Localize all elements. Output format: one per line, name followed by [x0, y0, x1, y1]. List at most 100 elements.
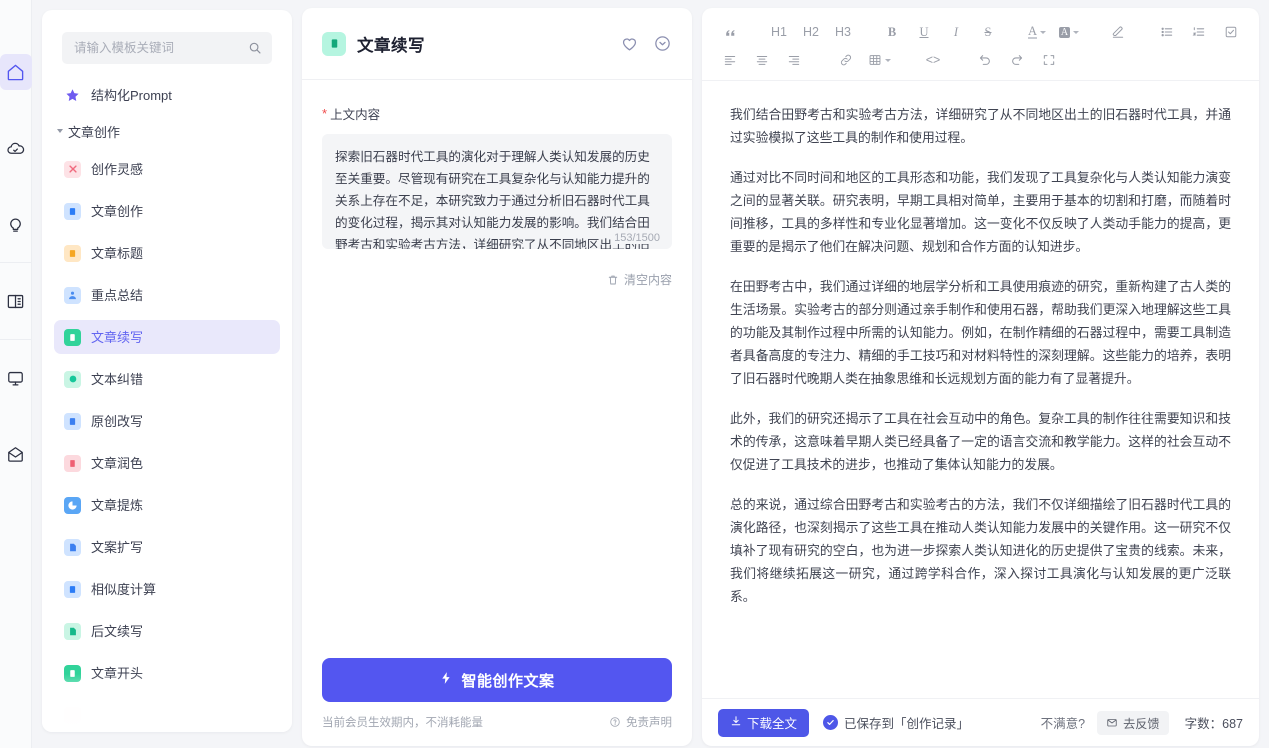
document-continue-icon: [322, 31, 346, 56]
field-label-text: 上文内容: [330, 108, 381, 122]
bold-button[interactable]: B: [878, 19, 906, 45]
sidebar-item-2[interactable]: 文章创作: [54, 194, 280, 228]
heading-3-button-label: H3: [835, 25, 851, 39]
checklist-icon[interactable]: [1217, 19, 1245, 45]
heading-1-button[interactable]: H1: [765, 19, 793, 45]
redo-icon[interactable]: [1003, 47, 1031, 73]
trash-icon: [608, 275, 618, 284]
rail-item-monitor[interactable]: [0, 360, 32, 396]
document-paragraph: 通过对比不同时间和地区的工具形态和功能，我们发现了工具复杂化与人类认知能力演变之…: [730, 170, 1231, 254]
italic-button[interactable]: I: [942, 19, 970, 45]
strikethrough-button-label: S: [984, 24, 992, 39]
download-button[interactable]: 下载全文: [718, 708, 810, 737]
table-icon[interactable]: [864, 47, 895, 73]
sidebar-item-label: 后文续写: [91, 623, 144, 639]
collapse-chevron-circle-icon[interactable]: [653, 34, 672, 53]
field-label-upper-content: * 上文内容: [322, 104, 672, 123]
rail-item-cloud[interactable]: [0, 130, 32, 166]
sidebar-item-14[interactable]: [54, 698, 280, 732]
search-section: [42, 10, 292, 64]
chevron-down-icon: [57, 129, 63, 133]
sidebar-item-label: 文案扩写: [91, 539, 144, 555]
ordered-list-icon[interactable]: [1185, 19, 1213, 45]
sidebar-item-5[interactable]: 文章续写: [54, 320, 280, 354]
align-left-icon[interactable]: [716, 47, 744, 73]
rail-divider-1: [0, 262, 32, 263]
template-icon: [64, 664, 81, 682]
sidebar-item-8[interactable]: 文章润色: [54, 446, 280, 480]
clear-content-button[interactable]: 清空内容: [607, 271, 672, 288]
download-button-label: 下载全文: [747, 717, 798, 731]
text-color-button[interactable]: A: [1023, 19, 1051, 45]
fullscreen-icon[interactable]: [1035, 47, 1063, 73]
favorite-heart-icon[interactable]: [620, 34, 639, 53]
document-paragraph: 我们结合田野考古和实验考古方法，详细研究了从不同地区出土的旧石器时代工具，并通过…: [730, 107, 1231, 145]
sidebar-item-label: 文章续写: [91, 329, 144, 345]
undo-icon[interactable]: [971, 47, 999, 73]
highlight-color-button[interactable]: A: [1055, 19, 1083, 45]
template-icon: [64, 286, 81, 304]
strikethrough-button[interactable]: S: [974, 19, 1002, 45]
sidebar-item-10[interactable]: 文案扩写: [54, 530, 280, 564]
word-count-value: 687: [1222, 717, 1243, 731]
generate-button[interactable]: 智能创作文案: [322, 658, 672, 702]
sidebar-item-1[interactable]: 创作灵感: [54, 152, 280, 186]
template-icon: [64, 370, 81, 388]
template-form-panel: 文章续写 * 上文内容 153/1500 清空内容: [302, 8, 692, 746]
rail-item-library[interactable]: [0, 283, 32, 319]
link-icon[interactable]: [832, 47, 860, 73]
generate-button-label: 智能创作文案: [461, 672, 555, 690]
textarea-wrapper: 153/1500: [322, 134, 672, 254]
sidebar-item-label: 文章创作: [91, 203, 144, 219]
chevron-down-icon: [885, 58, 891, 62]
page-title: 文章续写: [357, 36, 425, 55]
sidebar-item-9[interactable]: 文章提炼: [54, 488, 280, 522]
cloud-check-icon: [6, 139, 25, 158]
sidebar-item-6[interactable]: 文本纠错: [54, 362, 280, 396]
align-center-icon[interactable]: [748, 47, 776, 73]
feedback-button-label: 去反馈: [1123, 716, 1160, 731]
sidebar-item-12[interactable]: 后文续写: [54, 614, 280, 648]
left-icon-rail: [0, 0, 32, 748]
feedback-button[interactable]: 去反馈: [1097, 710, 1169, 735]
search-input[interactable]: [72, 40, 248, 56]
search-icon[interactable]: [248, 41, 262, 55]
chevron-down-icon: [1040, 30, 1047, 34]
editor-footer: 下载全文 已保存到「创作记录」 不满意? 去反馈 字数：687: [702, 698, 1259, 746]
sidebar-item-4[interactable]: 重点总结: [54, 278, 280, 312]
book-open-icon: [6, 292, 25, 311]
document-content[interactable]: 我们结合田野考古和实验考古方法，详细研究了从不同地区出土的旧石器时代工具，并通过…: [702, 81, 1259, 698]
clear-format-icon[interactable]: [1104, 19, 1132, 45]
italic-button-label: I: [953, 24, 959, 39]
search-box[interactable]: [62, 32, 272, 64]
template-icon: [64, 496, 81, 514]
heading-2-button[interactable]: H2: [797, 19, 825, 45]
underline-button[interactable]: U: [910, 19, 938, 45]
bullet-list-icon[interactable]: [1153, 19, 1181, 45]
align-right-icon[interactable]: [780, 47, 808, 73]
rail-item-home[interactable]: [0, 54, 32, 90]
lightning-icon: [439, 671, 453, 689]
disclaimer-link[interactable]: 免责声明: [609, 714, 672, 730]
bold-button-label: B: [887, 24, 897, 39]
sidebar-item-13[interactable]: 文章开头: [54, 656, 280, 690]
code-block-button-label: <>: [925, 53, 941, 67]
template-icon: [64, 622, 81, 640]
template-icon: [64, 580, 81, 598]
code-block-button[interactable]: <>: [919, 47, 947, 73]
sidebar-item-7[interactable]: 原创改写: [54, 404, 280, 438]
rail-item-ideas[interactable]: [0, 206, 32, 242]
toolbar-row-2: <>: [716, 46, 1245, 74]
saved-status: 已保存到「创作记录」: [823, 713, 969, 732]
sidebar-item-3[interactable]: 文章标题: [54, 236, 280, 270]
rail-item-mail[interactable]: [0, 436, 32, 472]
heading-3-button[interactable]: H3: [829, 19, 857, 45]
sidebar-item-11[interactable]: 相似度计算: [54, 572, 280, 606]
blockquote-icon[interactable]: [716, 19, 744, 45]
sidebar-item-structured-prompt[interactable]: 结构化Prompt: [54, 78, 280, 112]
template-icon: [64, 202, 81, 220]
lightbulb-icon: [6, 215, 25, 234]
sidebar-group-article-creation[interactable]: 文章创作: [54, 116, 280, 146]
document-paragraph: 总的来说，通过综合田野考古和实验考古的方法，我们不仅详细描绘了旧石器时代工具的演…: [730, 497, 1231, 604]
feedback-icon: [1107, 718, 1117, 726]
